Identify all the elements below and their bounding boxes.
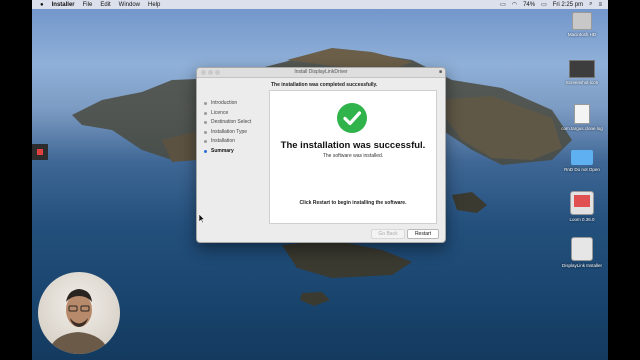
- step-label: Installation: [211, 138, 235, 144]
- lock-icon: ■: [438, 69, 442, 75]
- success-check-icon: [337, 103, 367, 133]
- step-dot-icon: [204, 111, 207, 115]
- apple-menu-icon[interactable]: ●: [40, 2, 44, 8]
- step-dot-icon: [204, 120, 207, 124]
- menu-file[interactable]: File: [83, 2, 93, 8]
- go-back-button[interactable]: Go Back: [371, 229, 405, 239]
- step-installation: Installation: [204, 138, 235, 144]
- mouse-pointer-icon: [199, 214, 205, 223]
- desktop-icon-macintosh-hd[interactable]: Macintosh HD: [558, 12, 606, 37]
- minimize-button[interactable]: [208, 70, 213, 75]
- zoom-button[interactable]: [215, 70, 220, 75]
- hard-drive-icon: [572, 12, 592, 30]
- battery-percent[interactable]: 74%: [523, 2, 535, 8]
- person-icon: [48, 289, 110, 354]
- success-title: The installation was successful.: [280, 140, 426, 151]
- status-headline: The installation was completed successfu…: [271, 82, 378, 88]
- step-label: Introduction: [211, 100, 238, 106]
- menu-help[interactable]: Help: [148, 2, 160, 8]
- summary-panel: The installation was successful. The sof…: [269, 90, 437, 224]
- webcam-bubble[interactable]: [38, 272, 120, 354]
- document-icon: [574, 104, 590, 124]
- step-licence: Licence: [204, 110, 228, 116]
- disk-image-icon: [570, 191, 594, 215]
- stop-icon: [37, 149, 43, 155]
- step-label: Destination Select: [211, 119, 252, 125]
- desktop-icon-displaylink[interactable]: DisplayLink Installer: [558, 237, 606, 268]
- step-label: Licence: [211, 110, 229, 116]
- desktop-icon-screenshot[interactable]: Screenshot-icon: [558, 60, 606, 85]
- disk-image-icon: [571, 237, 593, 261]
- step-introduction: Introduction: [204, 100, 237, 106]
- recording-stop-button[interactable]: [32, 144, 48, 160]
- step-label: Summary: [211, 148, 234, 154]
- step-dot-icon: [204, 139, 207, 143]
- desktop-icon-folder[interactable]: RnD Do not Open: [558, 150, 606, 172]
- menubar-clock[interactable]: Fri 2:25 pm: [553, 2, 583, 8]
- close-button[interactable]: [201, 70, 206, 75]
- restart-note: Click Restart to begin installing the so…: [299, 200, 407, 206]
- step-dot-icon: [204, 101, 207, 105]
- menu-edit[interactable]: Edit: [100, 2, 110, 8]
- step-destination-select: Destination Select: [204, 119, 251, 125]
- desktop-icon-loom[interactable]: Loom 0.36.0: [558, 191, 606, 222]
- desktop-icon-label: RnD Do not Open: [564, 167, 600, 172]
- step-label: Installation Type: [211, 129, 248, 135]
- battery-icon[interactable]: ▭: [541, 1, 547, 8]
- display-icon[interactable]: ▭: [500, 1, 506, 8]
- wifi-icon[interactable]: ◠: [512, 1, 517, 8]
- step-summary: Summary: [204, 148, 234, 154]
- control-center-icon[interactable]: ≡: [598, 2, 602, 8]
- image-icon: [569, 60, 595, 78]
- step-dot-icon: [204, 130, 207, 134]
- desktop-icon-label: Macintosh HD: [567, 32, 597, 37]
- success-subtitle: The software was installed.: [322, 153, 384, 159]
- desktop-icon-log[interactable]: com.targus.clone.log: [558, 104, 606, 131]
- search-icon[interactable]: ⌕: [589, 1, 592, 8]
- desktop-icon-label: com.targus.clone.log: [561, 126, 603, 131]
- folder-icon: [571, 150, 593, 165]
- desktop-icon-label: Screenshot-icon: [565, 80, 599, 85]
- menu-window[interactable]: Window: [119, 2, 140, 8]
- desktop-icon-label: DisplayLink Installer: [561, 263, 603, 268]
- window-titlebar[interactable]: Install DisplayLinkDriver ■: [197, 68, 445, 78]
- step-installation-type: Installation Type: [204, 129, 247, 135]
- desktop-icon-label: Loom 0.36.0: [569, 217, 595, 222]
- restart-button[interactable]: Restart: [407, 229, 439, 239]
- window-title: Install DisplayLinkDriver: [294, 69, 348, 75]
- step-list: Introduction Licence Destination Select …: [197, 78, 267, 238]
- menu-bar: ● Installer File Edit Window Help ▭ ◠ 74…: [32, 0, 608, 9]
- installer-window: Install DisplayLinkDriver ■ The installa…: [196, 67, 446, 243]
- app-menu[interactable]: Installer: [52, 2, 75, 8]
- step-dot-icon: [204, 149, 207, 153]
